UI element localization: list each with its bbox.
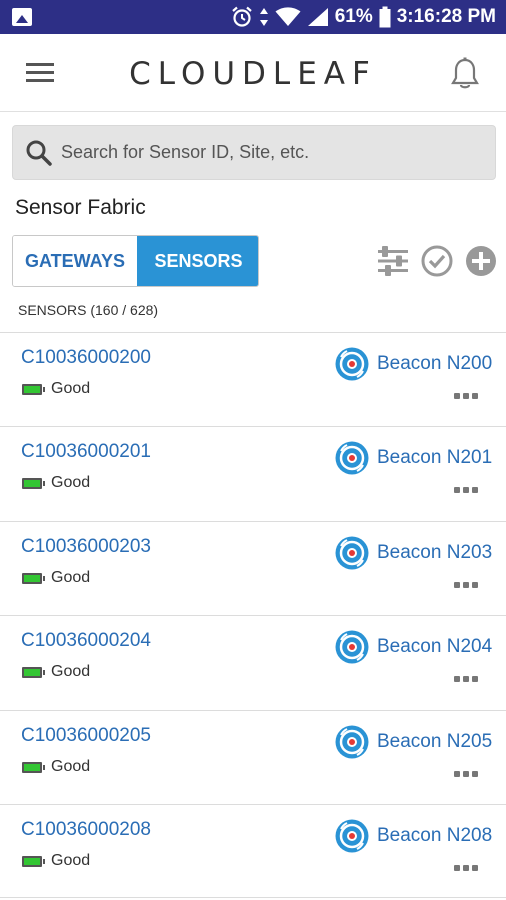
battery-good-icon: [22, 572, 45, 584]
more-options-icon[interactable]: [454, 393, 480, 401]
sensor-id[interactable]: C10036000201: [21, 441, 151, 463]
sensor-count-label: SENSORS (160 / 628): [18, 302, 159, 318]
sensor-id[interactable]: C10036000204: [21, 630, 151, 652]
beacon-name[interactable]: Beacon N204: [377, 636, 492, 658]
beacon-icon: [335, 536, 369, 570]
beacon-name[interactable]: Beacon N200: [377, 353, 492, 375]
battery-percent: 61%: [334, 6, 373, 27]
menu-icon[interactable]: [26, 63, 54, 83]
beacon-icon: [335, 725, 369, 759]
tab-sensors[interactable]: SENSORS: [137, 236, 258, 286]
list-item[interactable]: C10036000208 Good Beacon N208: [0, 803, 506, 899]
more-options-icon[interactable]: [454, 864, 480, 873]
beacon-name[interactable]: Beacon N208: [377, 825, 492, 847]
sensor-id[interactable]: C10036000203: [21, 536, 151, 558]
beacon-icon: [335, 347, 369, 381]
beacon-icon: [335, 441, 369, 475]
battery-good-icon: [22, 384, 45, 395]
data-arrows-icon: [259, 8, 268, 26]
battery-good-icon: [22, 761, 45, 773]
alarm-icon: [231, 6, 252, 27]
more-options-icon[interactable]: [454, 770, 480, 779]
notification-bell-icon[interactable]: [450, 57, 480, 91]
status-right: 61% 3:16:28 PM: [231, 0, 496, 34]
beacon-icon: [335, 819, 369, 853]
list-item[interactable]: C10036000200 Good Beacon N200: [0, 332, 506, 426]
more-options-icon[interactable]: [454, 581, 480, 590]
beacon-icon: [335, 630, 369, 664]
beacon-name[interactable]: Beacon N203: [377, 542, 492, 564]
page-title: Sensor Fabric: [15, 196, 146, 219]
filter-sliders-icon[interactable]: [376, 244, 410, 278]
sensor-id[interactable]: C10036000205: [21, 725, 151, 747]
add-circle-icon[interactable]: [464, 244, 498, 278]
sensor-id[interactable]: C10036000200: [21, 347, 151, 369]
battery-good-icon: [22, 478, 45, 490]
clock-time: 3:16:28 PM: [396, 6, 496, 27]
battery-icon: [379, 6, 391, 28]
list-toolbar: [376, 241, 498, 281]
battery-status: Good: [51, 663, 91, 681]
battery-status: Good: [51, 568, 91, 586]
tab-gateways[interactable]: GATEWAYS: [13, 236, 137, 286]
battery-status: Good: [51, 757, 91, 775]
beacon-name[interactable]: Beacon N201: [377, 447, 492, 469]
sensor-list: C10036000200 Good Beacon N200 C100360002…: [0, 332, 506, 899]
sensor-id[interactable]: C10036000208: [21, 819, 151, 841]
image-notification-icon: [12, 8, 32, 26]
list-item[interactable]: C10036000203 Good Beacon N203: [0, 520, 506, 615]
list-item[interactable]: C10036000205 Good Beacon N205: [0, 709, 506, 804]
wifi-icon: [275, 7, 301, 26]
search-input[interactable]: [61, 126, 481, 179]
search-bar: [12, 125, 496, 180]
list-item[interactable]: C10036000204 Good Beacon N204: [0, 615, 506, 709]
device-type-tabs: GATEWAYS SENSORS: [12, 235, 259, 287]
battery-status: Good: [51, 380, 91, 397]
battery-good-icon: [22, 855, 45, 867]
search-icon: [26, 140, 52, 166]
cloudleaf-logo: CLOUDLEAF: [129, 56, 377, 92]
beacon-name[interactable]: Beacon N205: [377, 731, 492, 753]
more-options-icon[interactable]: [454, 487, 480, 495]
battery-status: Good: [51, 851, 91, 869]
battery-status: Good: [51, 474, 91, 492]
cell-signal-icon: [307, 8, 328, 26]
more-options-icon[interactable]: [454, 676, 480, 684]
app-header: CLOUDLEAF: [0, 34, 506, 112]
status-bar: 61% 3:16:28 PM: [0, 0, 506, 34]
check-circle-icon[interactable]: [420, 244, 454, 278]
list-item[interactable]: C10036000201 Good Beacon N201: [0, 426, 506, 520]
battery-good-icon: [22, 667, 45, 679]
